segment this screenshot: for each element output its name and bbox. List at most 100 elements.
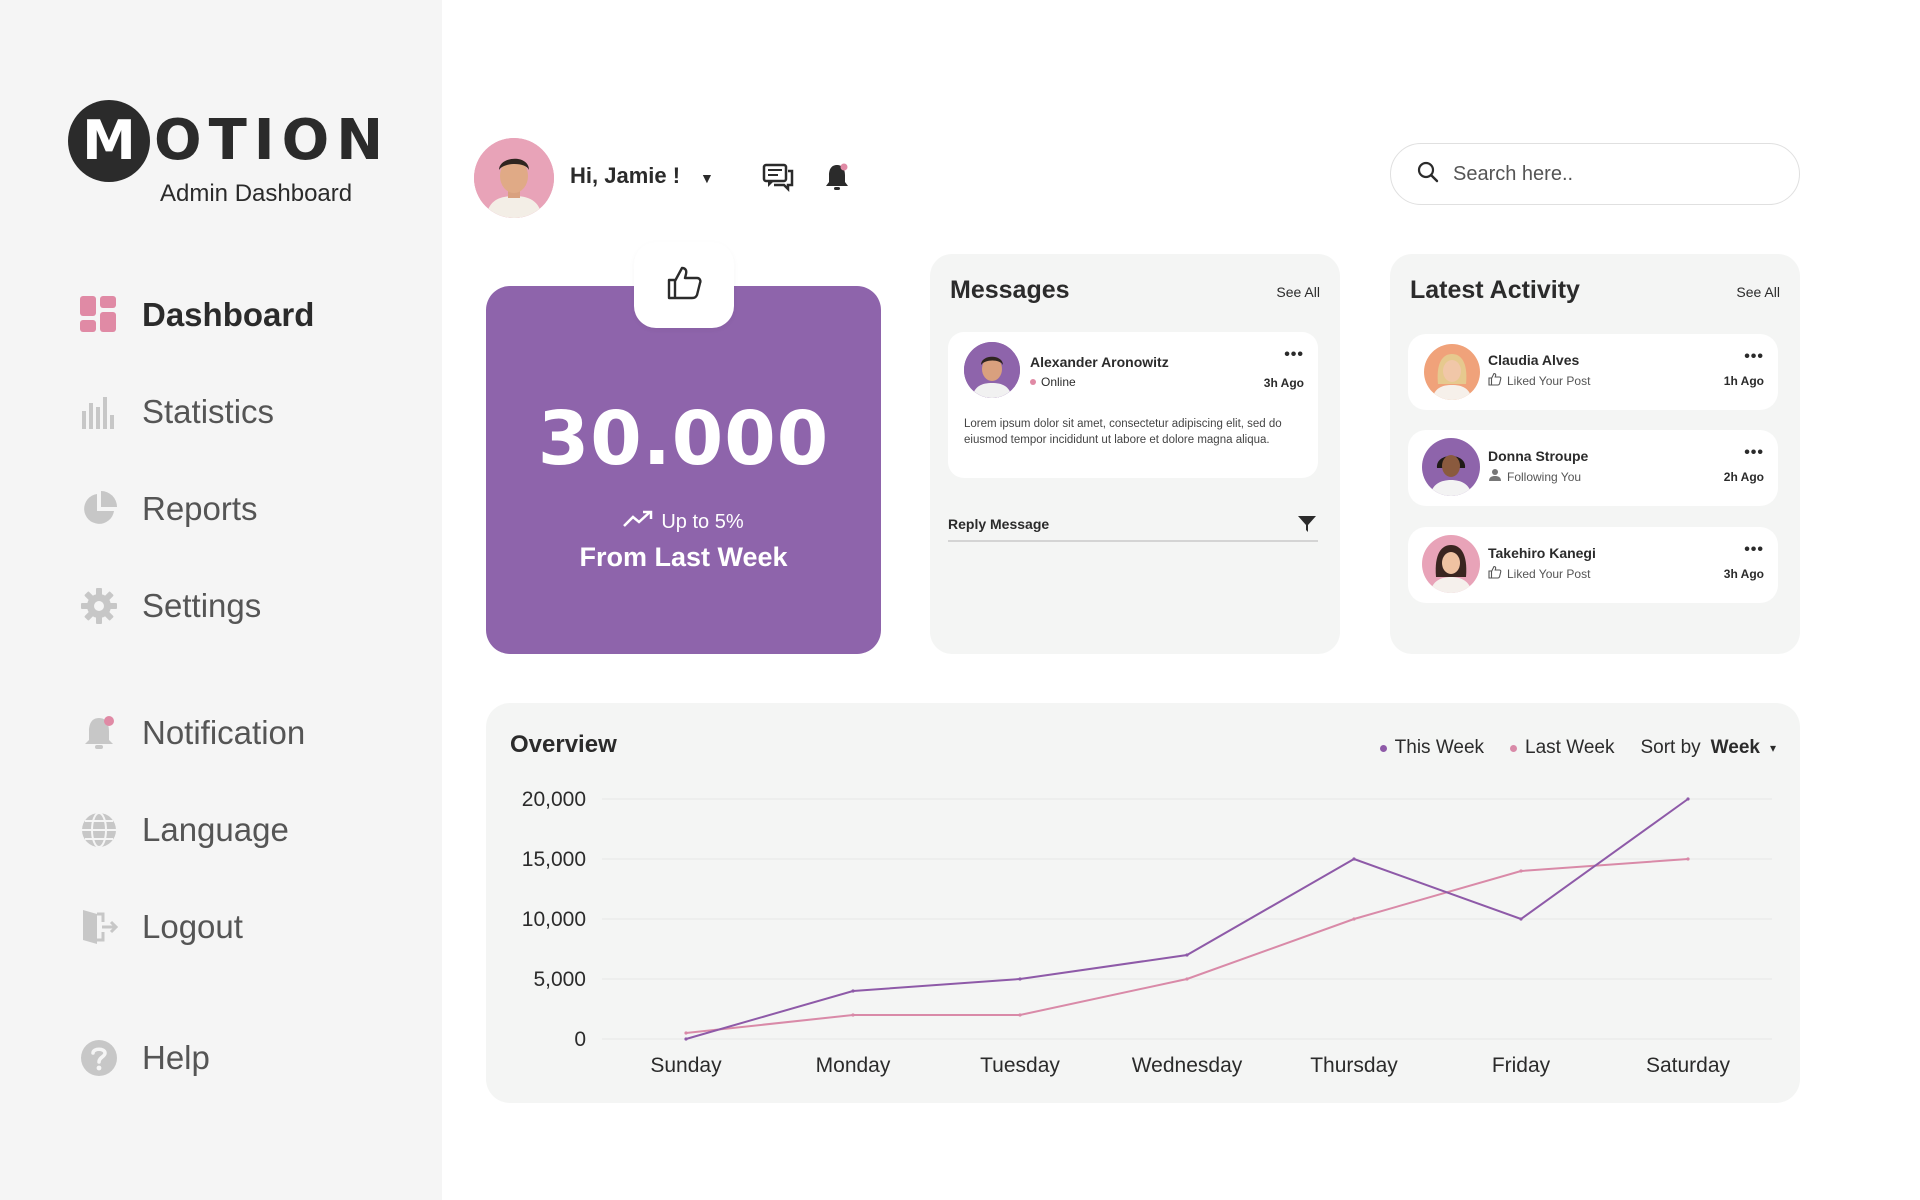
activity-title: Latest Activity [1410,276,1580,304]
bell-icon [80,714,118,752]
activity-time: 3h Ago [1723,567,1764,581]
search-icon [1417,161,1439,188]
thumbs-up-icon [1488,565,1502,582]
sidebar-item-statistics[interactable]: Statistics [80,387,274,437]
y-tick-label: 0 [574,1028,586,1051]
person-avatar-icon [964,342,1020,398]
person-avatar-icon [1424,344,1480,400]
sidebar-item-label: Statistics [142,393,275,430]
trending-up-icon [623,510,653,534]
chevron-down-icon[interactable]: ▼ [700,170,714,186]
more-options-icon[interactable]: ••• [1744,444,1764,462]
person-avatar-icon [1422,535,1480,593]
user-greeting: Hi, Jamie ! [570,163,681,188]
message-card[interactable]: Alexander Aronowitz ••• Online 3h Ago Lo… [948,332,1318,478]
x-tick-label: Tuesday [980,1054,1060,1077]
more-options-icon[interactable]: ••• [1744,541,1764,559]
stat-value: 30.000 [537,396,830,482]
data-point [851,989,855,993]
logo-text: OTION [154,108,391,173]
activity-item[interactable]: Claudia Alves Liked Your Post ••• 1h Ago [1408,334,1778,410]
bar-chart-icon [80,393,118,431]
data-point [1519,869,1523,873]
sidebar-item-label: Settings [142,587,262,624]
online-status: Online [1030,375,1076,389]
sidebar-item-label: Dashboard [142,296,315,333]
activity-description: Liked Your Post [1488,372,1590,389]
messages-panel: Messages See All Alexander Aronowitz •••… [930,254,1340,654]
status-label: Online [1041,375,1076,389]
sidebar-item-language[interactable]: Language [80,805,289,855]
activity-item[interactable]: Donna Stroupe Following You ••• 2h Ago [1408,430,1778,506]
search-input[interactable] [1453,162,1753,186]
x-tick-label: Saturday [1646,1054,1731,1077]
activity-item[interactable]: Takehiro Kanegi Liked Your Post ••• 3h A… [1408,527,1778,603]
y-tick-label: 5,000 [533,968,586,991]
sidebar-item-settings[interactable]: Settings [80,581,261,631]
data-point [1352,857,1356,861]
activity-see-all-link[interactable]: See All [1736,284,1780,300]
grid-icon [80,296,118,334]
sidebar-item-help[interactable]: Help [80,1033,210,1083]
data-point [684,1037,688,1041]
reply-message-field[interactable]: Reply Message [948,508,1318,542]
sidebar-item-label: Logout [142,908,243,945]
activity-avatar [1422,535,1480,593]
activity-action: Following You [1507,469,1582,484]
data-point [1018,977,1022,981]
data-point [1018,1013,1022,1017]
data-point [1686,857,1690,861]
data-point [1686,797,1690,801]
sidebar-item-notification[interactable]: Notification [80,708,305,758]
logo-badge: M [68,100,150,182]
thumbs-up-icon [665,264,703,307]
sidebar: M OTION Admin Dashboard Dashboard Statis… [0,0,442,1200]
sidebar-item-label: Notification [142,714,306,751]
data-point [1185,977,1189,981]
more-options-icon[interactable]: ••• [1744,348,1764,366]
globe-icon [80,811,118,849]
messages-title: Messages [950,276,1070,304]
y-tick-label: 20,000 [522,788,586,811]
activity-action: Liked Your Post [1507,566,1591,581]
activity-action: Liked Your Post [1507,373,1591,388]
activity-avatar [1422,438,1480,496]
activity-user-name: Claudia Alves [1488,352,1580,368]
person-avatar-icon [474,138,554,218]
more-options-icon[interactable]: ••• [1284,346,1304,364]
send-icon[interactable] [1296,512,1318,534]
data-point [684,1031,688,1035]
stat-trend-label: Up to 5% [661,510,744,533]
sidebar-item-label: Help [142,1039,210,1076]
x-tick-label: Sunday [650,1054,722,1077]
status-dot [1030,379,1036,385]
message-body: Lorem ipsum dolor sit amet, consectetur … [964,418,1282,446]
data-point [1185,953,1189,957]
sidebar-item-label: Reports [142,490,258,527]
stat-card: 30.000 Up to 5% From Last Week [486,286,881,654]
message-sender-name: Alexander Aronowitz [1030,354,1169,370]
search-box[interactable] [1390,143,1800,205]
messages-see-all-link[interactable]: See All [1276,284,1320,300]
overview-panel: Overview This Week Last Week Sort by Wee… [486,703,1800,1103]
sidebar-item-reports[interactable]: Reports [80,484,258,534]
y-tick-label: 10,000 [522,908,586,931]
like-badge [634,242,734,328]
activity-description: Following You [1488,468,1581,485]
bell-icon[interactable] [820,160,854,194]
overview-line-chart: 0 5,000 10,000 15,000 20,000 Sunday Monday Tues… [522,788,1772,1077]
chat-icon[interactable] [761,160,795,194]
message-time: 3h Ago [1263,376,1304,390]
activity-user-name: Donna Stroupe [1488,448,1589,464]
logout-icon [80,908,118,946]
user-avatar[interactable] [474,138,554,218]
stat-trend: Up to 5% [486,510,881,534]
thumbs-up-icon [1488,372,1502,389]
x-tick-label: Friday [1492,1054,1551,1077]
logo-subtitle: Admin Dashboard [160,180,353,207]
sidebar-item-logout[interactable]: Logout [80,902,243,952]
x-tick-label: Wednesday [1132,1054,1243,1077]
sidebar-item-dashboard[interactable]: Dashboard [80,290,314,340]
data-point [1519,917,1523,921]
activity-description: Liked Your Post [1488,565,1590,582]
